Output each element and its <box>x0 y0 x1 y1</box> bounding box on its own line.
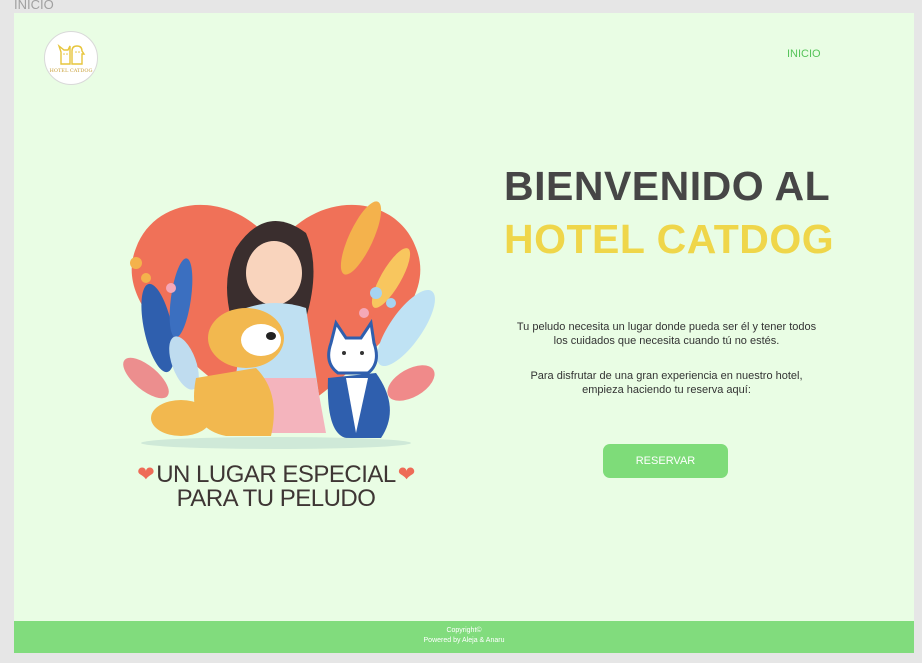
hero-illustration: ❤ UN LUGAR ESPECIAL ❤ PARA TU PELUDO <box>106 178 446 523</box>
heart-icon: ❤ <box>137 463 155 486</box>
logo[interactable]: HOTEL CATDOG <box>44 31 98 85</box>
tagline-line1: UN LUGAR ESPECIAL <box>156 461 396 488</box>
description-paragraph-2: Para disfrutar de una gran experiencia e… <box>530 370 803 396</box>
title-line2: HOTEL CATDOG <box>504 216 835 262</box>
page: HOTEL CATDOG INICIO ❤ UN LUGAR ESPECIAL … <box>14 13 914 653</box>
pet-hug-illustration <box>123 201 435 449</box>
heart-icon: ❤ <box>397 463 416 486</box>
reserve-button[interactable]: RESERVAR <box>603 444 728 478</box>
footer-copyright: Copyright© <box>446 627 482 634</box>
cat-dog-logo-icon <box>57 43 86 65</box>
description-paragraph-1: Tu peludo necesita un lugar donde pueda … <box>516 321 817 347</box>
tagline-line2: PARA TU PELUDO <box>176 485 376 512</box>
logo-text: HOTEL CATDOG <box>49 68 93 74</box>
nav-link-inicio[interactable]: INICIO <box>787 48 821 60</box>
frame-label: INICIO <box>14 0 54 12</box>
hero-tagline: ❤ UN LUGAR ESPECIAL ❤ PARA TU PELUDO <box>106 463 446 511</box>
title-line1: BIENVENIDO AL <box>504 163 831 209</box>
footer: Copyright© Powered by Aleja & Anaru <box>14 621 914 653</box>
footer-powered-by: Powered by Aleja & Anaru <box>423 637 505 644</box>
